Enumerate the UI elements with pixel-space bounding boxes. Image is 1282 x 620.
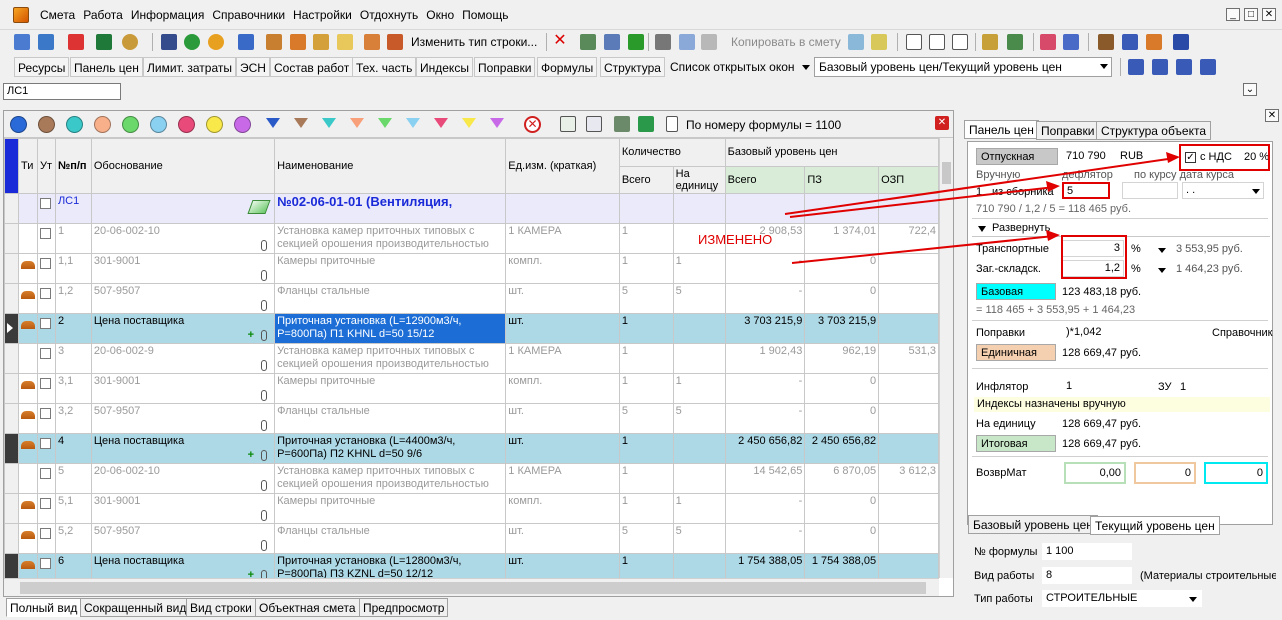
arrow-to-rates xyxy=(791,235,1055,264)
arrowhead-vat xyxy=(1166,152,1180,163)
arrowhead-rates xyxy=(1046,230,1060,241)
changed-annotation: ИЗМЕНЕНО xyxy=(698,232,773,247)
arrow-to-vat xyxy=(784,157,1176,215)
arrow-to-collections xyxy=(789,186,1056,218)
annotation-overlay xyxy=(784,152,1180,264)
arrowhead-collections xyxy=(1046,181,1060,192)
